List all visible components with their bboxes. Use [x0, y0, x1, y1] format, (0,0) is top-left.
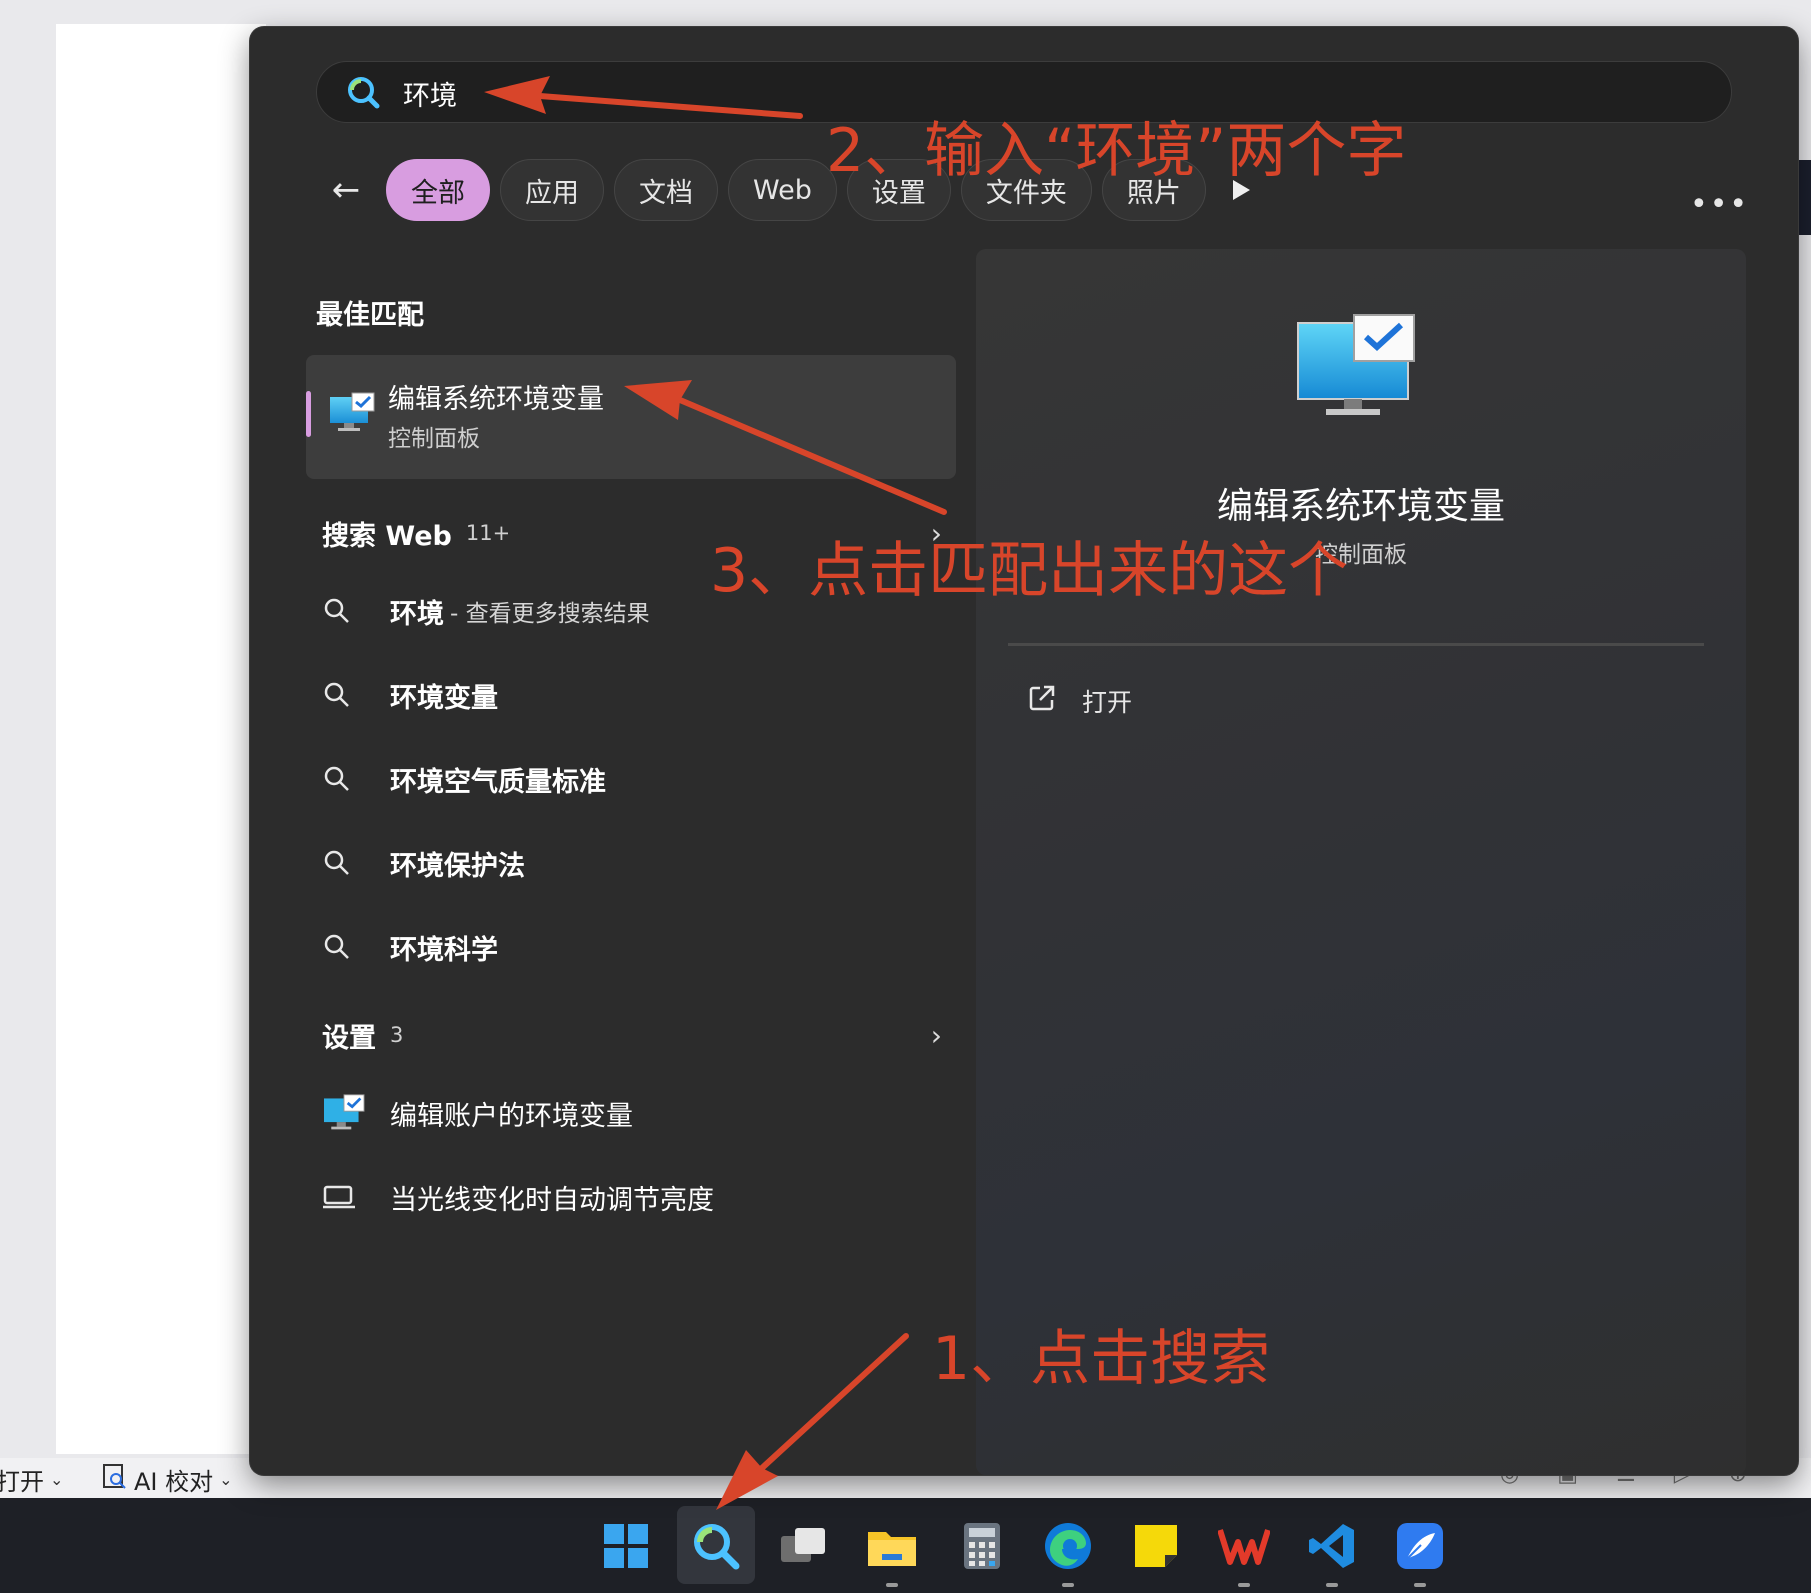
annotation-arrows — [484, 76, 947, 1510]
annotation-arrow-step-1 — [716, 1333, 909, 1510]
annotation-arrow-step-2 — [484, 76, 803, 119]
annotation-arrow-step-3 — [624, 380, 947, 515]
